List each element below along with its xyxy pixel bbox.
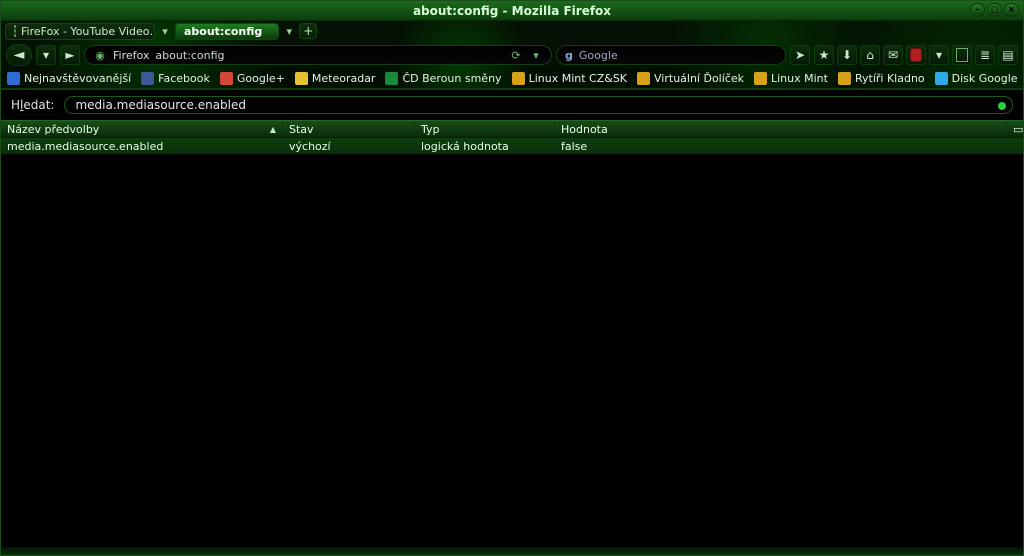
column-header-name[interactable]: Název předvolby ▲ — [1, 121, 283, 137]
bookmark-favicon-icon — [512, 72, 525, 85]
bookmark-item[interactable]: Disk Google — [935, 72, 1018, 85]
search-engine-label: Google — [579, 49, 618, 62]
maximize-button[interactable]: ◻ — [987, 3, 1002, 17]
bookmark-favicon-icon — [7, 72, 20, 85]
bookmark-label: Linux Mint CZ&SK — [529, 72, 627, 85]
filter-row: Hledat: — [1, 90, 1023, 120]
filter-label-pre: H — [11, 98, 20, 112]
search-bar[interactable]: g Google — [556, 45, 786, 65]
bookmark-label: Rytíři Kladno — [855, 72, 925, 85]
bookmark-star-button[interactable]: ★ — [814, 45, 834, 65]
addon-red-icon[interactable] — [906, 45, 926, 65]
bookmark-label: Facebook — [158, 72, 210, 85]
filter-label-post: edat: — [23, 98, 54, 112]
cell-hodnota: false — [555, 140, 1023, 153]
bookmark-item[interactable]: Rytíři Kladno — [838, 72, 925, 85]
aboutconfig-content: Hledat: Název předvolby ▲ Stav Typ Hodno… — [1, 89, 1023, 547]
bookmark-favicon-icon — [385, 72, 398, 85]
bookmark-favicon-icon — [754, 72, 767, 85]
filter-input[interactable] — [75, 98, 1002, 112]
tab-inactive[interactable]: FireFox - YouTube Video… — [5, 23, 155, 40]
column-header-typ[interactable]: Typ — [415, 121, 555, 137]
bookmark-label: Disk Google — [952, 72, 1018, 85]
mail-icon[interactable]: ✉ — [883, 45, 903, 65]
table-row[interactable]: media.mediasource.enabledvýchozílogická … — [1, 138, 1023, 154]
url-input[interactable] — [155, 49, 503, 62]
home-button[interactable]: ⌂ — [860, 45, 880, 65]
window-title: about:config - Mozilla Firefox — [413, 4, 611, 18]
column-header-typ-label: Typ — [421, 123, 440, 136]
column-header-hodnota[interactable]: Hodnota — [555, 121, 1007, 137]
tab-label: FireFox - YouTube Video… — [21, 25, 155, 38]
reload-icon[interactable]: ⟳ — [509, 48, 523, 62]
tab-label: about:config — [184, 25, 262, 38]
minimize-button[interactable]: – — [970, 3, 985, 17]
cell-typ: logická hodnota — [415, 140, 555, 153]
bookmark-favicon-icon — [295, 72, 308, 85]
url-bar[interactable]: ◉ Firefox ⟳ ▾ — [84, 45, 552, 65]
search-input[interactable] — [624, 49, 777, 62]
bookmark-item[interactable]: Linux Mint — [754, 72, 828, 85]
tab-dropdown-icon[interactable]: ▾ — [159, 25, 171, 38]
bookmarks-toolbar: Nejnavštěvovanější Facebook Google+ Meteora… — [1, 69, 1023, 89]
forward-button[interactable]: ► — [60, 45, 80, 65]
bookmark-label: Meteoradar — [312, 72, 376, 85]
bookmark-label: Nejnavštěvovanější — [24, 72, 131, 85]
bookmark-favicon-icon — [838, 72, 851, 85]
filter-label: Hledat: — [11, 98, 54, 112]
tab-bar: FireFox - YouTube Video… ▾ about:config … — [1, 21, 1023, 41]
sidebar-icon[interactable] — [952, 45, 972, 65]
column-header-stav-label: Stav — [289, 123, 314, 136]
menu-button[interactable]: ▤ — [998, 45, 1018, 65]
go-button[interactable]: ➤ — [790, 45, 810, 65]
toolbar-right: ★ ⬇ ⌂ ✉ ▾ ≣ ▤ — [814, 45, 1018, 65]
column-header-hodnota-label: Hodnota — [561, 123, 608, 136]
tab-active[interactable]: about:config — [175, 23, 279, 40]
window-controls: – ◻ × — [970, 3, 1019, 17]
tab-dropdown-icon[interactable]: ▾ — [283, 25, 295, 38]
bookmark-label: ČD Beroun směny — [402, 72, 501, 85]
bookmark-favicon-icon — [637, 72, 650, 85]
sort-asc-icon: ▲ — [270, 125, 276, 134]
bookmark-item[interactable]: ČD Beroun směny — [385, 72, 501, 85]
site-identity-icon: ◉ — [93, 48, 107, 62]
panel-icon[interactable]: ≣ — [975, 45, 995, 65]
toolbar-dropdown-icon[interactable]: ▾ — [929, 45, 949, 65]
bookmark-item[interactable]: Linux Mint CZ&SK — [512, 72, 627, 85]
column-header-name-label: Název předvolby — [7, 123, 99, 136]
back-history-dropdown[interactable]: ▾ — [36, 45, 56, 65]
column-picker-button[interactable]: ▭ — [1007, 121, 1023, 137]
filter-status-icon — [998, 102, 1006, 110]
bookmark-favicon-icon — [935, 72, 948, 85]
downloads-button[interactable]: ⬇ — [837, 45, 857, 65]
nav-toolbar: ◄ ▾ ► ◉ Firefox ⟳ ▾ g Google ➤ ★ ⬇ ⌂ ✉ — [1, 41, 1023, 69]
bookmark-item[interactable]: Meteoradar — [295, 72, 376, 85]
bookmark-item[interactable]: Google+ — [220, 72, 285, 85]
bookmark-label: Virtuální Ďolíček — [654, 72, 744, 85]
bookmark-label: Google+ — [237, 72, 285, 85]
filter-box[interactable] — [64, 96, 1013, 114]
bookmark-favicon-icon — [220, 72, 233, 85]
bookmark-item[interactable]: Nejnavštěvovanější — [7, 72, 131, 85]
bookmark-favicon-icon — [141, 72, 154, 85]
dropdown-icon[interactable]: ▾ — [529, 48, 543, 62]
cell-stav: výchozí — [283, 140, 415, 153]
close-button[interactable]: × — [1004, 3, 1019, 17]
back-button[interactable]: ◄ — [6, 44, 32, 66]
column-header-stav[interactable]: Stav — [283, 121, 415, 137]
new-tab-button[interactable]: + — [299, 23, 317, 39]
search-engine-icon[interactable]: g — [565, 49, 573, 62]
favicon-placeholder-icon — [14, 25, 16, 37]
site-identity-label: Firefox — [113, 49, 149, 62]
window-titlebar: about:config - Mozilla Firefox – ◻ × — [1, 1, 1023, 21]
table-body[interactable]: media.mediasource.enabledvýchozílogická … — [1, 138, 1023, 547]
firefox-window: about:config - Mozilla Firefox – ◻ × Fir… — [0, 0, 1024, 556]
browser-chrome: FireFox - YouTube Video… ▾ about:config … — [1, 21, 1023, 89]
bookmark-item[interactable]: Virtuální Ďolíček — [637, 72, 744, 85]
table-header: Název předvolby ▲ Stav Typ Hodnota ▭ — [1, 120, 1023, 138]
cell-name: media.mediasource.enabled — [1, 140, 283, 153]
window-bottom-border — [1, 547, 1023, 555]
bookmark-label: Linux Mint — [771, 72, 828, 85]
bookmark-item[interactable]: Facebook — [141, 72, 210, 85]
